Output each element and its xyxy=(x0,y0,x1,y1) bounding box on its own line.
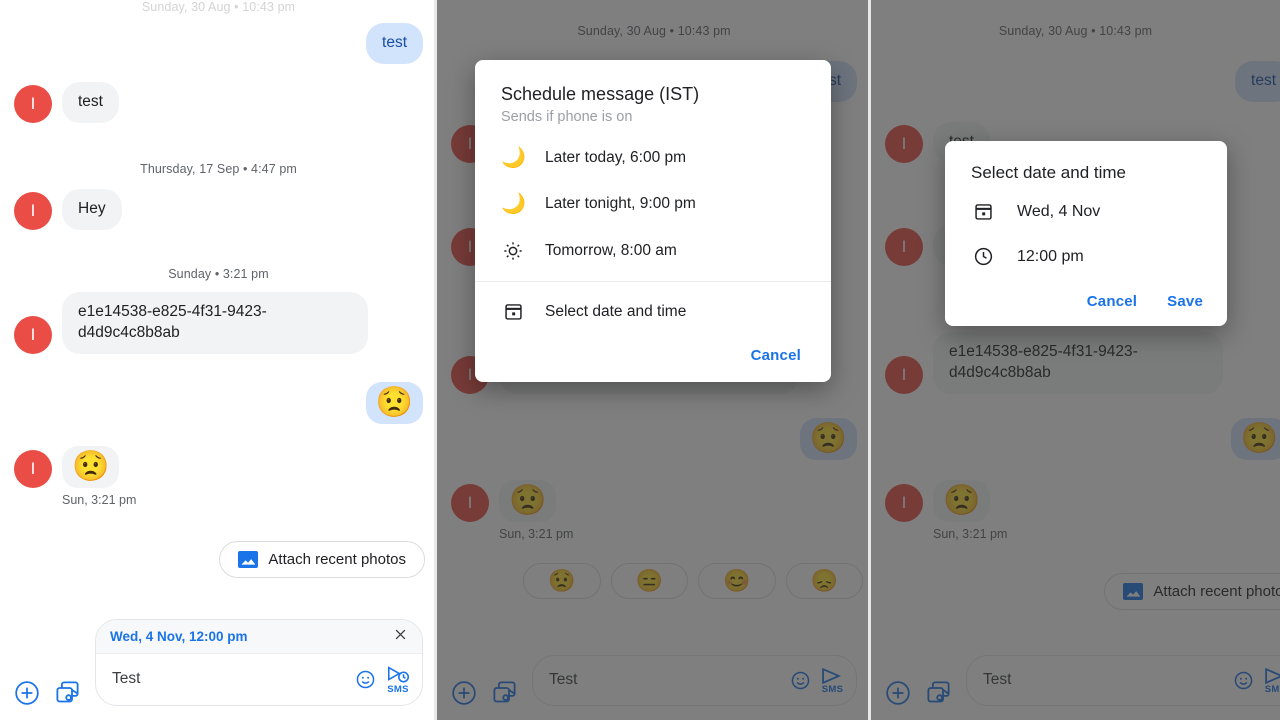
message-bubble[interactable]: e1e14538-e825-4f31-9423-d4d9c4c8b8ab xyxy=(62,291,368,354)
message-row-out[interactable]: 😟 xyxy=(0,379,437,427)
clock-icon xyxy=(971,246,995,267)
three-panel-screenshot: Sunday, 30 Aug • 10:43 pm test I test Th… xyxy=(0,0,1280,720)
composer-bar: Wed, 4 Nov, 12:00 pm Test SMS xyxy=(0,608,437,720)
dialog-title: Schedule message (IST) xyxy=(501,84,700,104)
cancel-button[interactable]: Cancel xyxy=(751,347,801,364)
panel-divider xyxy=(434,0,437,720)
avatar: I xyxy=(14,315,52,354)
message-row-in[interactable]: I Hey xyxy=(0,186,437,233)
option-label: Later today, 6:00 pm xyxy=(545,149,687,166)
avatar: I xyxy=(14,449,52,488)
suggestion-chip-row: Attach recent photos xyxy=(0,533,437,582)
chip-label: Attach recent photos xyxy=(268,550,406,568)
message-input-wrap[interactable]: Wed, 4 Nov, 12:00 pm Test SMS xyxy=(95,618,423,706)
day-separator: Sunday • 3:21 pm xyxy=(168,266,269,281)
chip-attach-recent-photos[interactable]: Attach recent photos xyxy=(219,540,425,578)
message-row-out[interactable]: test xyxy=(0,20,437,67)
message-input-line[interactable]: Test xyxy=(96,654,422,706)
message-timestamp: Sun, 3:21 pm xyxy=(62,492,137,507)
message-bubble-emoji[interactable]: 😟 xyxy=(62,445,120,488)
conversation-1: Sunday, 30 Aug • 10:43 pm test I test Th… xyxy=(0,0,437,720)
photo-icon xyxy=(238,550,259,568)
option-later-today[interactable]: 🌙 Later today, 6:00 pm xyxy=(475,135,831,181)
date-field[interactable]: Wed, 4 Nov xyxy=(945,189,1227,234)
calendar-icon xyxy=(971,201,995,222)
message-row-in[interactable]: I e1e14538-e825-4f31-9423-d4d9c4c8b8ab xyxy=(0,289,437,357)
schedule-message-dialog: Schedule message (IST) Sends if phone is… xyxy=(475,60,831,382)
option-label: Tomorrow, 8:00 am xyxy=(545,242,677,259)
option-select-date-time[interactable]: Select date and time xyxy=(475,288,831,335)
option-label: Select date and time xyxy=(545,302,687,320)
dialog-actions: Cancel Save xyxy=(945,279,1227,320)
send-scheduled-button[interactable]: SMS xyxy=(386,665,410,695)
moon-icon: 🌙 xyxy=(501,193,526,215)
avatar: I xyxy=(14,191,52,230)
emoji-smiley-icon[interactable] xyxy=(355,669,376,690)
panel-composed: Sunday, 30 Aug • 10:43 pm test I test Th… xyxy=(0,0,437,720)
plus-circle-icon[interactable] xyxy=(14,680,40,706)
time-value: 12:00 pm xyxy=(1017,247,1084,265)
calendar-icon xyxy=(501,301,525,322)
gallery-camera-icon[interactable] xyxy=(54,679,81,706)
scheduled-send-bar: Wed, 4 Nov, 12:00 pm xyxy=(96,619,422,654)
divider xyxy=(475,281,831,282)
send-scheduled-icon xyxy=(387,665,410,682)
avatar: I xyxy=(14,84,52,123)
moon-icon: 🌙 xyxy=(501,147,526,169)
option-label: Later tonight, 9:00 pm xyxy=(545,195,696,212)
dialog-scrim[interactable] xyxy=(871,0,1280,720)
cancel-button[interactable]: Cancel xyxy=(1087,293,1137,310)
panel-datetime-dialog: Sunday, 30 Aug • 10:43 pm test I test I … xyxy=(871,0,1280,720)
message-bubble[interactable]: Hey xyxy=(62,188,122,230)
sun-icon xyxy=(501,240,525,262)
time-field[interactable]: 12:00 pm xyxy=(945,234,1227,279)
message-row-in[interactable]: I test xyxy=(0,79,437,126)
panel-divider xyxy=(868,0,871,720)
dialog-subtitle: Sends if phone is on xyxy=(501,109,633,125)
message-bubble[interactable]: test xyxy=(366,23,423,64)
date-value: Wed, 4 Nov xyxy=(1017,202,1101,220)
message-bubble[interactable]: test xyxy=(62,81,119,123)
option-later-tonight[interactable]: 🌙 Later tonight, 9:00 pm xyxy=(475,181,831,227)
panel-schedule-dialog: Sunday, 30 Aug • 10:43 pm test I test I … xyxy=(437,0,871,720)
option-tomorrow[interactable]: Tomorrow, 8:00 am xyxy=(475,227,831,275)
dialog-actions: Cancel xyxy=(475,335,831,374)
save-button[interactable]: Save xyxy=(1167,293,1203,310)
day-separator: Thursday, 17 Sep • 4:47 pm xyxy=(140,161,297,176)
message-bubble-emoji[interactable]: 😟 xyxy=(365,381,423,424)
close-icon[interactable] xyxy=(393,627,408,647)
dialog-title: Select date and time xyxy=(971,163,1126,182)
message-row-in[interactable]: I 😟 xyxy=(0,443,437,491)
select-date-time-dialog: Select date and time Wed, 4 Nov 12:00 pm… xyxy=(945,141,1227,326)
send-type-label: SMS xyxy=(387,683,409,695)
message-input[interactable]: Test xyxy=(112,670,345,688)
scheduled-send-label: Wed, 4 Nov, 12:00 pm xyxy=(110,629,248,644)
day-separator: Sunday, 30 Aug • 10:43 pm xyxy=(141,0,296,14)
